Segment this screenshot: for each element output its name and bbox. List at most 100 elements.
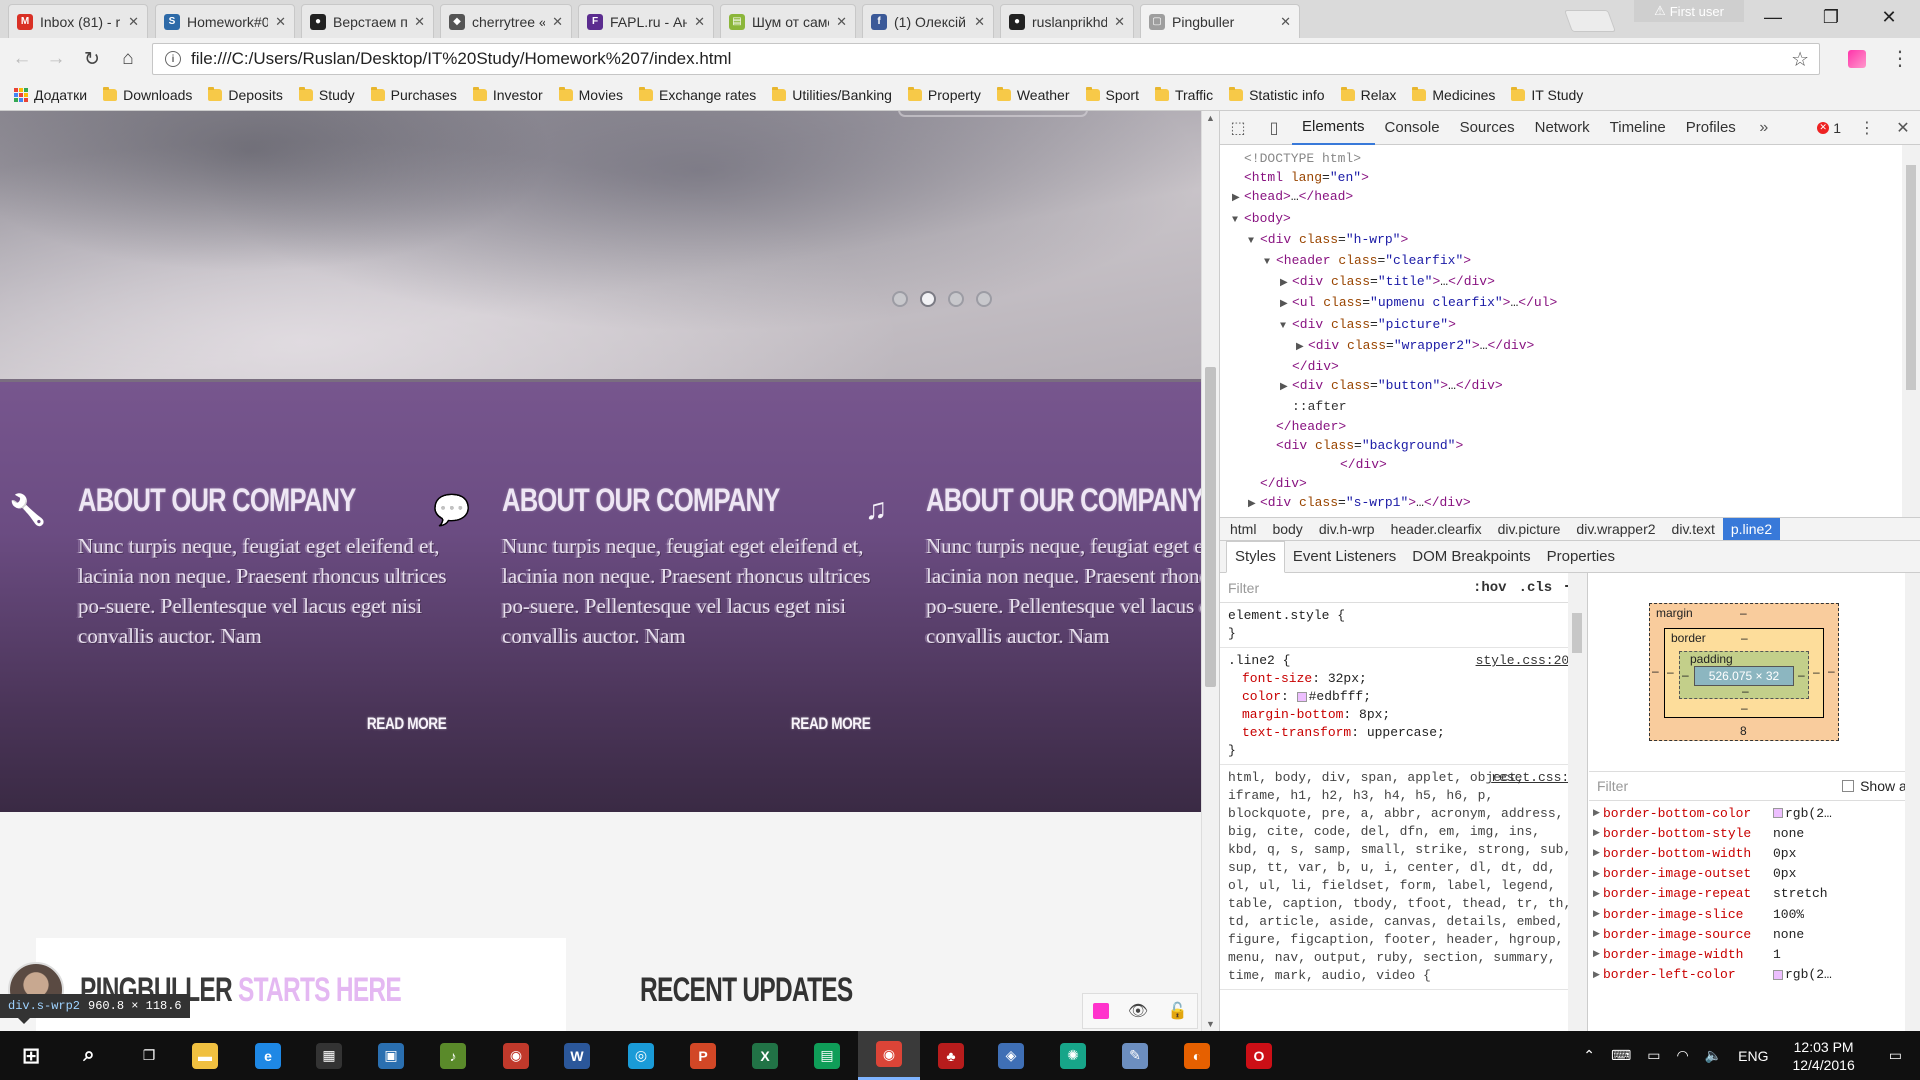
computed-row[interactable]: ▶ border-left-color rgb(2…: [1589, 965, 1905, 985]
close-tab-icon[interactable]: ✕: [974, 14, 985, 30]
lock-icon[interactable]: 🔓: [1167, 1001, 1187, 1021]
dom-node-line[interactable]: ▼ <div class="h-wrp">: [1220, 230, 1902, 251]
browser-tab[interactable]: S Homework#07 ✕: [155, 4, 295, 38]
slider-dot[interactable]: [948, 291, 964, 307]
forward-button[interactable]: →: [42, 45, 70, 73]
collapse-arrow-icon[interactable]: ▼: [1280, 317, 1292, 336]
taskbar-app[interactable]: ◉: [858, 1031, 920, 1080]
bookmark-item[interactable]: IT Study: [1511, 87, 1583, 103]
keyboard-icon[interactable]: ⌨: [1603, 1047, 1639, 1064]
taskbar-app[interactable]: ◈: [980, 1031, 1042, 1080]
dom-node-line[interactable]: <html lang="en">: [1220, 168, 1902, 187]
close-tab-icon[interactable]: ✕: [414, 14, 425, 30]
close-tab-icon[interactable]: ✕: [1114, 14, 1125, 30]
devtools-tab-profiles[interactable]: Profiles: [1676, 111, 1746, 145]
expand-arrow-icon[interactable]: ▶: [1280, 295, 1292, 314]
subtab-properties[interactable]: Properties: [1539, 541, 1623, 573]
back-button[interactable]: ←: [8, 45, 36, 73]
computed-row[interactable]: ▶ border-bottom-color rgb(2…: [1589, 803, 1905, 823]
url-text[interactable]: file:///C:/Users/Ruslan/Desktop/IT%20Stu…: [191, 49, 731, 69]
bookmark-item[interactable]: Додатки: [14, 87, 87, 103]
more-tabs-icon[interactable]: »: [1746, 111, 1782, 145]
css-prop-value[interactable]: uppercase;: [1367, 725, 1445, 740]
bookmark-item[interactable]: Exchange rates: [639, 87, 756, 103]
dom-node-line[interactable]: ▼ <body>: [1220, 209, 1902, 230]
close-devtools-icon[interactable]: ✕: [1885, 111, 1920, 145]
home-button[interactable]: ⌂: [114, 45, 142, 73]
computed-row[interactable]: ▶ border-bottom-width 0px: [1589, 843, 1905, 863]
notifications-icon[interactable]: ▭: [1871, 1047, 1920, 1064]
styles-scrollbar[interactable]: [1568, 573, 1587, 1031]
breadcrumb-item[interactable]: html: [1222, 518, 1264, 540]
dom-node-line[interactable]: </header>: [1220, 417, 1902, 436]
taskbar-app[interactable]: ◎: [610, 1031, 672, 1080]
bookmark-item[interactable]: Investor: [472, 87, 543, 103]
browser-tab[interactable]: ▤ Шум от самол ✕: [720, 4, 856, 38]
start-button[interactable]: ⊞: [0, 1031, 62, 1080]
show-all-checkbox[interactable]: [1842, 780, 1855, 792]
dom-scrollbar-thumb[interactable]: [1906, 165, 1916, 390]
expand-arrow-icon[interactable]: ▶: [1589, 869, 1603, 879]
dom-node-line[interactable]: ▶ <div class="wrapper2">…</div>: [1220, 336, 1902, 357]
styles-scrollbar-thumb[interactable]: [1572, 613, 1582, 653]
bookmark-item[interactable]: Weather: [996, 87, 1070, 103]
expand-arrow-icon[interactable]: ▶: [1232, 189, 1244, 208]
computed-scrollbar[interactable]: [1905, 573, 1920, 1031]
taskbar-app[interactable]: ♣: [920, 1031, 982, 1080]
taskbar-app[interactable]: X: [734, 1031, 796, 1080]
inspect-element-icon[interactable]: ⬚: [1220, 111, 1256, 145]
close-tab-icon[interactable]: ✕: [1280, 14, 1291, 30]
bookmark-item[interactable]: Purchases: [370, 87, 457, 103]
browser-tab[interactable]: f (1) Олексій ✕: [862, 4, 994, 38]
taskbar-app[interactable]: P: [672, 1031, 734, 1080]
dom-node-line[interactable]: ▶ <div class="title">…</div>: [1220, 272, 1902, 293]
color-icon[interactable]: [1092, 1003, 1109, 1019]
box-model-content[interactable]: 526.075 × 32: [1694, 666, 1794, 686]
slider-dot[interactable]: [892, 291, 908, 307]
collapse-arrow-icon[interactable]: ▼: [1232, 211, 1244, 230]
close-tab-icon[interactable]: ✕: [275, 14, 286, 30]
tray-chevron-icon[interactable]: ⌃: [1575, 1047, 1603, 1064]
devtools-tab-console[interactable]: Console: [1375, 111, 1450, 145]
close-window-button[interactable]: ✕: [1860, 0, 1918, 34]
devtools-tab-sources[interactable]: Sources: [1450, 111, 1525, 145]
battery-icon[interactable]: ▭: [1639, 1047, 1668, 1064]
scroll-up-arrow[interactable]: ▲: [1206, 113, 1215, 123]
css-prop-name[interactable]: margin-bottom: [1242, 707, 1343, 722]
dom-node-line[interactable]: ▶ <div class="s-wrp1">…</div>: [1220, 493, 1902, 514]
taskbar-app[interactable]: ▬: [174, 1031, 236, 1080]
dom-node-line[interactable]: <!DOCTYPE html>: [1220, 149, 1902, 168]
expand-arrow-icon[interactable]: ▶: [1280, 378, 1292, 397]
breadcrumb-item[interactable]: p.line2: [1722, 518, 1781, 540]
rule-source-link[interactable]: style.css:203: [1476, 652, 1577, 670]
css-prop-name[interactable]: color: [1242, 689, 1281, 704]
reset-source-link[interactable]: reset.css:7: [1491, 769, 1577, 787]
expand-arrow-icon[interactable]: ▶: [1589, 949, 1603, 959]
expand-arrow-icon[interactable]: ▶: [1589, 848, 1603, 858]
device-toolbar-icon[interactable]: ▯: [1256, 111, 1292, 145]
collapse-arrow-icon[interactable]: ▼: [1264, 253, 1276, 272]
color-swatch[interactable]: [1296, 691, 1307, 702]
dom-scrollbar[interactable]: [1902, 145, 1920, 517]
expand-arrow-icon[interactable]: ▶: [1589, 889, 1603, 899]
bookmark-item[interactable]: Property: [907, 87, 981, 103]
expand-arrow-icon[interactable]: ▶: [1589, 929, 1603, 939]
clock[interactable]: 12:03 PM 12/4/2016: [1776, 1038, 1870, 1074]
css-prop-name[interactable]: text-transform: [1242, 725, 1351, 740]
bookmark-star-icon[interactable]: ☆: [1791, 47, 1809, 72]
computed-row[interactable]: ▶ border-image-repeat stretch: [1589, 884, 1905, 904]
computed-row[interactable]: ▶ border-image-slice 100%: [1589, 904, 1905, 924]
close-tab-icon[interactable]: ✕: [694, 14, 705, 30]
page-scrollbar[interactable]: ▲ ▼: [1201, 111, 1219, 1031]
dom-node-line[interactable]: ::after: [1220, 397, 1902, 416]
dom-node-line[interactable]: ▶ <div class="button">…</div>: [1220, 376, 1902, 397]
breadcrumb-item[interactable]: body: [1264, 518, 1310, 540]
computed-row[interactable]: ▶ border-bottom-style none: [1589, 823, 1905, 843]
page-scrollbar-thumb[interactable]: [1205, 367, 1216, 687]
bookmark-item[interactable]: Sport: [1085, 87, 1139, 103]
taskbar-app[interactable]: ◐: [1166, 1031, 1228, 1080]
hov-toggle[interactable]: :hov: [1473, 580, 1507, 596]
bookmark-item[interactable]: Medicines: [1412, 87, 1495, 103]
css-prop-value[interactable]: #edbfff;: [1309, 689, 1371, 704]
dom-node-line[interactable]: </div>: [1220, 357, 1902, 376]
